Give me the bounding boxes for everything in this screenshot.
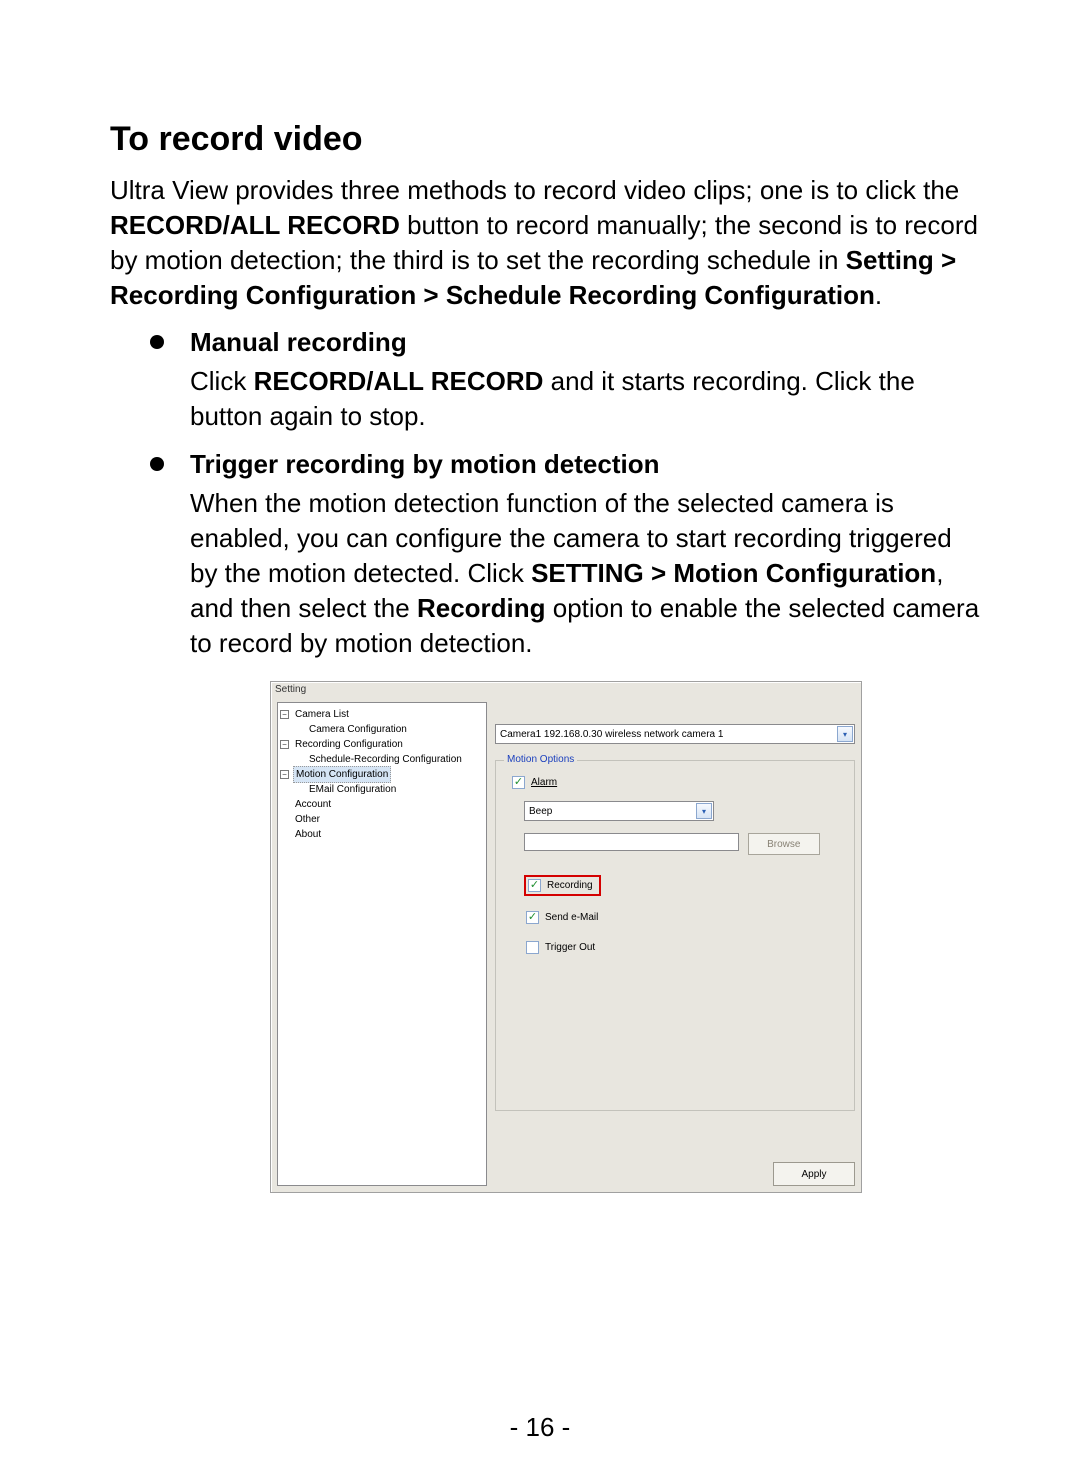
tree-label: Camera Configuration bbox=[307, 722, 407, 737]
tree-item-other[interactable]: Other bbox=[280, 812, 484, 827]
trigger-recording-body: When the motion detection function of th… bbox=[190, 486, 980, 661]
settings-window-title: Setting bbox=[271, 682, 861, 698]
tree-item-email-configuration[interactable]: EMail Configuration bbox=[280, 782, 484, 797]
tree-item-motion-configuration[interactable]: − Motion Configuration bbox=[280, 767, 484, 782]
send-email-label: Send e-Mail bbox=[545, 912, 598, 923]
motion-options-fieldset: Motion Options ✓ Alarm Beep ▾ bbox=[495, 760, 855, 1111]
chevron-down-icon[interactable]: ▾ bbox=[696, 803, 712, 819]
tree-expander-icon[interactable]: − bbox=[280, 710, 289, 719]
bullet-trigger-recording: Trigger recording by motion detection Wh… bbox=[150, 449, 980, 1193]
recording-checkbox[interactable]: ✓ bbox=[528, 879, 541, 892]
intro-bold-1: RECORD/ALL RECORD bbox=[110, 210, 400, 240]
tree-label-selected: Motion Configuration bbox=[293, 766, 391, 783]
camera-select-dropdown[interactable]: Camera1 192.168.0.30 wireless network ca… bbox=[495, 724, 855, 744]
settings-content-pane: Camera1 192.168.0.30 wireless network ca… bbox=[495, 702, 855, 1186]
alarm-checkbox[interactable]: ✓ bbox=[512, 776, 525, 789]
send-email-checkbox[interactable]: ✓ bbox=[526, 911, 539, 924]
tree-label: Account bbox=[293, 797, 331, 812]
tree-label: Schedule-Recording Configuration bbox=[307, 752, 462, 767]
tree-item-account[interactable]: Account bbox=[280, 797, 484, 812]
camera-select-value: Camera1 192.168.0.30 wireless network ca… bbox=[500, 729, 723, 740]
manual-recording-heading: Manual recording bbox=[190, 327, 980, 358]
alarm-sound-path-input[interactable] bbox=[524, 833, 739, 851]
browse-button[interactable]: Browse bbox=[748, 833, 820, 855]
manual-body-b: RECORD/ALL RECORD bbox=[254, 366, 544, 396]
settings-tree[interactable]: − Camera List Camera Configuration − Rec… bbox=[277, 702, 487, 1186]
tree-item-schedule-recording[interactable]: Schedule-Recording Configuration bbox=[280, 752, 484, 767]
tree-label: Other bbox=[293, 812, 320, 827]
tree-label: About bbox=[293, 827, 321, 842]
intro-text-1: Ultra View provides three methods to rec… bbox=[110, 175, 959, 205]
tree-item-camera-list[interactable]: − Camera List bbox=[280, 707, 484, 722]
tree-label: EMail Configuration bbox=[307, 782, 396, 797]
motion-options-legend: Motion Options bbox=[504, 754, 577, 765]
trigger-body-b: SETTING > Motion Configuration bbox=[531, 558, 936, 588]
tree-expander-icon[interactable]: − bbox=[280, 740, 289, 749]
tree-expander-icon[interactable]: − bbox=[280, 770, 289, 779]
alarm-sound-value: Beep bbox=[529, 806, 552, 817]
tree-item-about[interactable]: About bbox=[280, 827, 484, 842]
page-title: To record video bbox=[110, 120, 980, 159]
manual-body-a: Click bbox=[190, 366, 254, 396]
manual-recording-body: Click RECORD/ALL RECORD and it starts re… bbox=[190, 364, 980, 434]
alarm-sound-dropdown[interactable]: Beep ▾ bbox=[524, 801, 714, 821]
settings-window: Setting − Camera List Camera Configurati… bbox=[270, 681, 862, 1193]
tree-label: Recording Configuration bbox=[293, 737, 403, 752]
chevron-down-icon[interactable]: ▾ bbox=[837, 726, 853, 742]
apply-button[interactable]: Apply bbox=[773, 1162, 855, 1186]
alarm-label: Alarm bbox=[531, 777, 557, 788]
trigger-out-checkbox[interactable] bbox=[526, 941, 539, 954]
intro-text-3: . bbox=[875, 280, 882, 310]
recording-label: Recording bbox=[547, 880, 593, 891]
tree-item-recording-configuration[interactable]: − Recording Configuration bbox=[280, 737, 484, 752]
trigger-body-d: Recording bbox=[417, 593, 546, 623]
trigger-recording-heading: Trigger recording by motion detection bbox=[190, 449, 980, 480]
tree-item-camera-configuration[interactable]: Camera Configuration bbox=[280, 722, 484, 737]
recording-highlight: ✓ Recording bbox=[524, 875, 601, 896]
intro-paragraph: Ultra View provides three methods to rec… bbox=[110, 173, 980, 313]
bullet-manual-recording: Manual recording Click RECORD/ALL RECORD… bbox=[150, 327, 980, 434]
tree-label: Camera List bbox=[293, 707, 349, 722]
trigger-out-label: Trigger Out bbox=[545, 942, 595, 953]
page-number: - 16 - bbox=[0, 1412, 1080, 1443]
